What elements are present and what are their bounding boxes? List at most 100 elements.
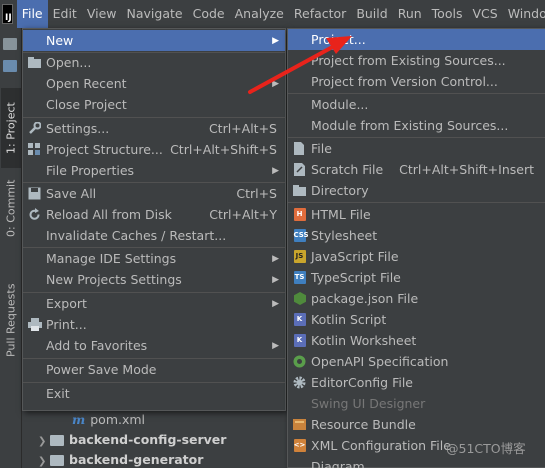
new-swing-ui-designer-item[interactable]: Swing UI Designer	[288, 393, 545, 414]
shortcut-label: Ctrl+Alt+Y	[209, 207, 277, 222]
new-kotlin-script-item[interactable]: K Kotlin Script	[288, 309, 545, 330]
menu-item-label: Module from Existing Sources...	[311, 118, 509, 133]
shortcut-label: Ctrl+Alt+Shift+S	[170, 142, 277, 157]
menu-edit[interactable]: Edit	[48, 0, 82, 28]
menu-item-manage-ide-settings[interactable]: Manage IDE Settings ▶	[23, 248, 285, 269]
menu-item-label: OpenAPI Specification	[311, 354, 449, 369]
open-folder-icon	[23, 52, 46, 73]
tree-item-pom[interactable]: m pom.xml	[72, 410, 145, 430]
new-resource-bundle-item[interactable]: Resource Bundle	[288, 414, 545, 435]
blank-icon	[288, 29, 311, 50]
menu-item-open[interactable]: Open...	[23, 52, 285, 73]
menu-item-export[interactable]: Export ▶	[23, 293, 285, 314]
chevron-right-icon[interactable]: ❯	[38, 432, 50, 452]
menu-item-label: New Projects Settings	[46, 272, 182, 287]
menu-item-save-all[interactable]: Save All Ctrl+S	[23, 183, 285, 204]
tree-item-backend-config-server[interactable]: ❯ backend-config-server	[38, 430, 226, 450]
menu-item-label: File Properties	[46, 163, 135, 178]
menu-tools[interactable]: Tools	[427, 0, 468, 28]
menu-code[interactable]: Code	[188, 0, 230, 28]
menu-item-print[interactable]: Print...	[23, 314, 285, 335]
tree-item-backend-generator[interactable]: ❯ backend-generator	[38, 450, 203, 468]
blank-icon	[23, 30, 46, 51]
tree-item-label: backend-config-server	[69, 432, 227, 447]
menu-run[interactable]: Run	[393, 0, 427, 28]
menu-item-close-project[interactable]: Close Project	[23, 94, 285, 115]
tree-item-label: pom.xml	[90, 412, 146, 427]
project-tool-button[interactable]: 1: Project	[1, 88, 21, 168]
new-javascript-file-item[interactable]: JS JavaScript File	[288, 246, 545, 267]
menu-item-label: Close Project	[46, 97, 127, 112]
new-module-existing-item[interactable]: Module from Existing Sources...	[288, 115, 545, 136]
commit-tool-button[interactable]: 0: Commit	[1, 168, 21, 248]
save-icon	[23, 183, 46, 204]
menu-item-reload[interactable]: Reload All from Disk Ctrl+Alt+Y	[23, 204, 285, 225]
shortcut-label: Ctrl+Alt+Shift+Insert	[399, 162, 534, 177]
menu-item-project-structure[interactable]: Project Structure... Ctrl+Alt+Shift+S	[23, 139, 285, 160]
submenu-arrow-icon: ▶	[272, 340, 279, 351]
menu-build[interactable]: Build	[351, 0, 392, 28]
menu-item-new-projects-settings[interactable]: New Projects Settings ▶	[23, 269, 285, 290]
menu-item-invalidate-caches[interactable]: Invalidate Caches / Restart...	[23, 225, 285, 246]
new-stylesheet-item[interactable]: CSS Stylesheet	[288, 225, 545, 246]
menu-item-label: Kotlin Script	[311, 312, 387, 327]
new-scratch-file-item[interactable]: Scratch File Ctrl+Alt+Shift+Insert	[288, 159, 545, 180]
new-project-existing-sources-item[interactable]: Project from Existing Sources...	[288, 50, 545, 71]
new-html-file-item[interactable]: H HTML File	[288, 204, 545, 225]
new-package-json-item[interactable]: package.json File	[288, 288, 545, 309]
new-kotlin-worksheet-item[interactable]: K Kotlin Worksheet	[288, 330, 545, 351]
menu-refactor[interactable]: Refactor	[289, 0, 351, 28]
menu-vcs[interactable]: VCS	[467, 0, 502, 28]
menu-window[interactable]: Windo	[503, 0, 545, 28]
new-editorconfig-item[interactable]: EditorConfig File	[288, 372, 545, 393]
blank-icon	[23, 73, 46, 94]
chevron-right-icon[interactable]: ❯	[38, 452, 50, 468]
menu-item-label: EditorConfig File	[311, 375, 413, 390]
folder-icon	[50, 435, 64, 446]
new-submenu-popup: Project... Project from Existing Sources…	[287, 28, 545, 468]
blank-icon	[23, 269, 46, 290]
folder-icon	[50, 455, 64, 466]
menu-item-file-properties[interactable]: File Properties ▶	[23, 160, 285, 181]
menu-navigate[interactable]: Navigate	[122, 0, 188, 28]
blank-icon	[23, 293, 46, 314]
folder-icon[interactable]	[3, 38, 17, 50]
menu-view[interactable]: View	[82, 0, 122, 28]
refresh-icon	[23, 204, 46, 225]
new-openapi-spec-item[interactable]: OpenAPI Specification	[288, 351, 545, 372]
pull-requests-tool-button[interactable]: Pull Requests	[1, 268, 21, 373]
menu-item-label: Reload All from Disk	[46, 207, 172, 222]
blank-icon	[23, 359, 46, 380]
menu-item-new[interactable]: New ▶	[23, 30, 285, 51]
menu-item-label: JavaScript File	[311, 249, 399, 264]
new-project-item[interactable]: Project...	[288, 29, 545, 50]
new-directory-item[interactable]: Directory	[288, 180, 545, 201]
menu-item-label: Save All	[46, 186, 97, 201]
menu-item-label: Directory	[311, 183, 369, 198]
blank-icon	[288, 115, 311, 136]
printer-icon	[23, 314, 46, 335]
new-typescript-file-item[interactable]: TS TypeScript File	[288, 267, 545, 288]
blank-icon	[288, 50, 311, 71]
menu-item-label: Settings...	[46, 121, 110, 136]
menu-item-label: Resource Bundle	[311, 417, 416, 432]
new-project-vcs-item[interactable]: Project from Version Control...	[288, 71, 545, 92]
menu-item-settings[interactable]: Settings... Ctrl+Alt+S	[23, 118, 285, 139]
new-file-item[interactable]: File	[288, 138, 545, 159]
new-module-item[interactable]: Module...	[288, 94, 545, 115]
menu-item-label: Project from Existing Sources...	[311, 53, 506, 68]
menu-item-exit[interactable]: Exit	[23, 383, 285, 404]
menu-item-add-to-favorites[interactable]: Add to Favorites ▶	[23, 335, 285, 356]
nodejs-icon	[288, 288, 311, 309]
javascript-file-icon: JS	[288, 246, 311, 267]
menu-item-power-save-mode[interactable]: Power Save Mode	[23, 359, 285, 380]
new-diagram-item[interactable]: Diagram	[288, 456, 545, 468]
menu-item-label: Invalidate Caches / Restart...	[46, 228, 227, 243]
folder-icon	[288, 180, 311, 201]
project-folder-icon[interactable]	[3, 60, 17, 72]
menu-analyze[interactable]: Analyze	[230, 0, 289, 28]
file-menu-popup: New ▶ Open... Open Recent ▶ Close Projec…	[22, 28, 286, 411]
blank-icon	[23, 248, 46, 269]
menu-item-open-recent[interactable]: Open Recent ▶	[23, 73, 285, 94]
menu-file[interactable]: File	[16, 0, 48, 28]
